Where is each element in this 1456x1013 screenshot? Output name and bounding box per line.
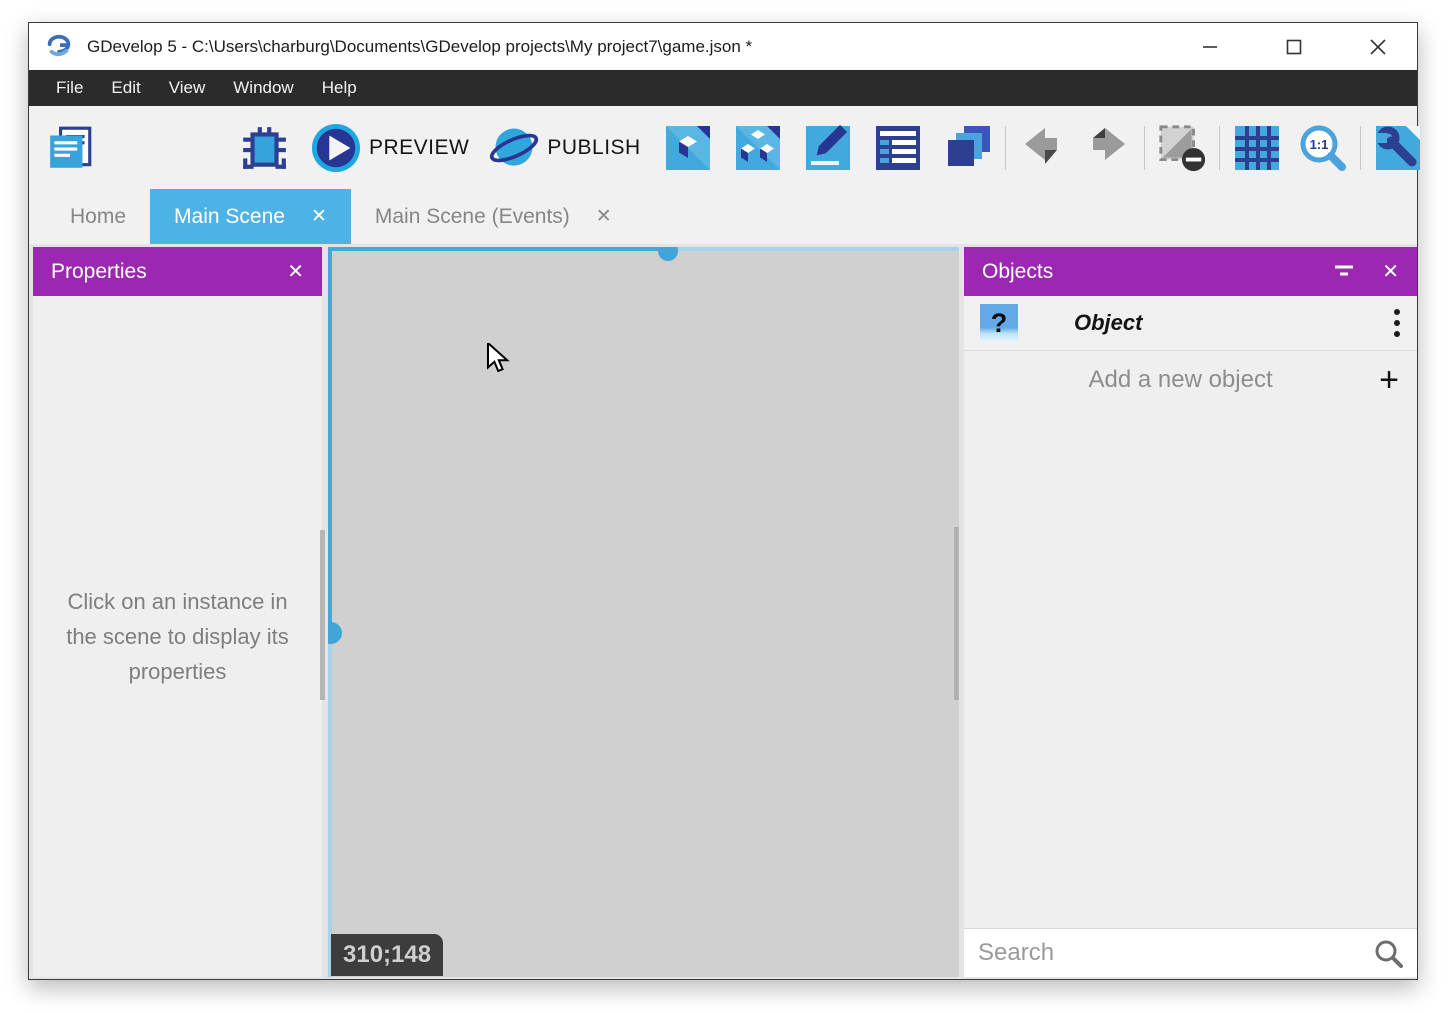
properties-body: Click on an instance in the scene to dis… (33, 296, 322, 977)
redo-button[interactable] (1082, 123, 1132, 173)
new-object-icon (664, 124, 712, 172)
search-icon[interactable] (1373, 938, 1403, 968)
objects-list-button[interactable] (733, 123, 783, 173)
add-new-object-button[interactable]: Add a new object + (964, 351, 1417, 408)
undo-icon (1019, 124, 1067, 172)
tab-main-scene-label: Main Scene (174, 205, 285, 229)
scene-window-border-left (328, 247, 332, 633)
tabbar: Home Main Scene ✕ Main Scene (Events) ✕ (29, 189, 1417, 244)
redo-icon (1083, 124, 1131, 172)
properties-panel-title: Properties (51, 260, 147, 284)
objects-list-icon (734, 124, 782, 172)
filter-icon[interactable] (1332, 263, 1356, 281)
canvas-left-scrollbar[interactable] (320, 530, 325, 700)
new-object-button[interactable] (663, 123, 713, 173)
tab-main-scene-events[interactable]: Main Scene (Events) ✕ (351, 189, 636, 244)
events-sheet-icon (874, 124, 922, 172)
maximize-button[interactable] (1283, 36, 1305, 58)
events-sheet-button[interactable] (873, 123, 923, 173)
project-manager-icon (46, 123, 96, 173)
objects-panel-title: Objects (982, 260, 1053, 284)
debug-icon (239, 123, 289, 173)
menu-help[interactable]: Help (308, 70, 371, 106)
window-controls (1199, 36, 1417, 58)
project-manager-button[interactable] (46, 123, 96, 173)
properties-panel-header: Properties ✕ (33, 247, 322, 296)
zoom-1-1-icon: 1:1 (1298, 123, 1348, 173)
canvas-right-scrollbar[interactable] (954, 527, 959, 700)
minimize-button[interactable] (1199, 36, 1221, 58)
layers-icon (944, 124, 992, 172)
object-question-icon: ? (980, 304, 1018, 342)
object-menu-kebab-icon[interactable] (1393, 308, 1401, 338)
layers-button[interactable] (943, 123, 993, 173)
objects-empty-area (964, 408, 1417, 928)
scene-canvas[interactable]: 310;148 (328, 247, 959, 977)
scene-window-border-top (328, 247, 668, 251)
publish-globe-icon (489, 121, 539, 175)
scene-window-border-top-extension (668, 247, 959, 251)
tab-main-scene-events-label: Main Scene (Events) (375, 205, 570, 229)
scene-resize-handle-left[interactable] (328, 622, 342, 644)
objects-search-bar (964, 928, 1417, 977)
menu-view[interactable]: View (155, 70, 220, 106)
cursor-coordinates-badge: 310;148 (331, 934, 443, 976)
properties-close-icon[interactable]: ✕ (287, 259, 304, 284)
gdevelop-window: GDevelop 5 - C:\Users\charburg\Documents… (28, 22, 1418, 980)
menu-window[interactable]: Window (219, 70, 307, 106)
edit-scene-pencil-icon (804, 124, 852, 172)
deactivate-mask-icon (1157, 122, 1207, 174)
grid-button[interactable] (1232, 123, 1282, 173)
tab-home-label: Home (70, 205, 126, 229)
mouse-cursor-icon (486, 343, 512, 373)
tools-wrench-icon (1374, 124, 1422, 172)
search-input[interactable] (978, 939, 1373, 967)
plus-icon: + (1379, 363, 1399, 397)
tab-main-scene-close-icon[interactable]: ✕ (311, 207, 327, 226)
toolbar: PREVIEW PUBLISH (29, 106, 1417, 189)
object-name: Object (1074, 310, 1142, 336)
menu-edit[interactable]: Edit (97, 70, 154, 106)
properties-empty-message: Click on an instance in the scene to dis… (51, 584, 304, 690)
objects-panel-header: Objects ✕ (964, 247, 1417, 296)
add-new-object-label: Add a new object (982, 366, 1379, 394)
window-title: GDevelop 5 - C:\Users\charburg\Documents… (87, 37, 752, 57)
preview-label[interactable]: PREVIEW (369, 136, 469, 160)
deactivate-mask-button[interactable] (1157, 123, 1207, 173)
preview-button[interactable] (311, 123, 361, 173)
publish-button[interactable] (489, 123, 539, 173)
tab-main-scene[interactable]: Main Scene ✕ (150, 189, 351, 244)
toolbar-separator (1144, 126, 1145, 170)
debugger-button[interactable] (239, 123, 289, 173)
scene-resize-handle-top[interactable] (658, 247, 678, 261)
preview-play-icon (311, 122, 361, 174)
zoom-original-button[interactable]: 1:1 (1298, 123, 1348, 173)
scene-window-border-left-extension (328, 633, 332, 977)
undo-button[interactable] (1018, 123, 1068, 173)
svg-text:1:1: 1:1 (1309, 137, 1328, 152)
object-list-item[interactable]: ? Object (964, 296, 1417, 351)
toolbar-separator (1005, 126, 1006, 170)
toolbar-separator (1360, 126, 1361, 170)
close-button[interactable] (1367, 36, 1389, 58)
titlebar: GDevelop 5 - C:\Users\charburg\Documents… (29, 23, 1417, 70)
properties-panel: Properties ✕ Click on an instance in the… (33, 247, 322, 977)
grid-icon (1233, 124, 1281, 172)
gdevelop-logo-icon (44, 32, 74, 62)
publish-label[interactable]: PUBLISH (547, 136, 640, 160)
tools-button[interactable] (1373, 123, 1423, 173)
menubar: File Edit View Window Help (29, 70, 1417, 106)
objects-panel: Objects ✕ ? Object (964, 247, 1417, 977)
editor-content: Properties ✕ Click on an instance in the… (29, 244, 1417, 979)
objects-close-icon[interactable]: ✕ (1382, 259, 1399, 284)
edit-scene-button[interactable] (803, 123, 853, 173)
tab-main-scene-events-close-icon[interactable]: ✕ (596, 207, 612, 226)
tab-home[interactable]: Home (46, 189, 150, 244)
toolbar-separator (1219, 126, 1220, 170)
menu-file[interactable]: File (42, 70, 97, 106)
